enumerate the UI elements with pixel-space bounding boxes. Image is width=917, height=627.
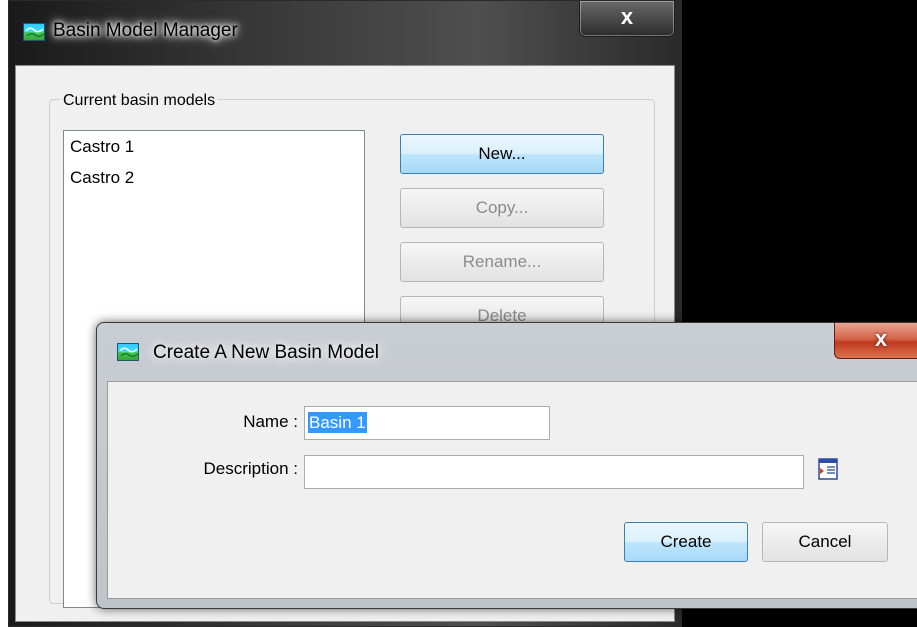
basin-app-icon [23, 23, 45, 41]
window-title: Basin Model Manager [53, 20, 238, 41]
group-label: Current basin models [60, 92, 219, 110]
basin-app-icon [117, 343, 139, 361]
description-label: Description : [203, 459, 298, 478]
rename-button[interactable]: Rename... [400, 242, 604, 282]
dialog-title-bar[interactable]: Create A New Basin Model x [97, 323, 917, 381]
create-button[interactable]: Create [624, 522, 748, 562]
list-item[interactable]: Castro 2 [70, 168, 134, 188]
close-button[interactable]: x [579, 1, 675, 37]
cancel-button[interactable]: Cancel [762, 522, 888, 562]
name-field[interactable]: Basin 1 [304, 406, 550, 440]
name-label: Name : [243, 412, 298, 431]
description-field[interactable] [304, 455, 804, 489]
edit-description-icon[interactable] [818, 458, 838, 480]
dialog-title: Create A New Basin Model [153, 342, 380, 363]
dialog-close-button[interactable]: x [834, 323, 917, 359]
copy-button[interactable]: Copy... [400, 188, 604, 228]
title-bar[interactable]: Basin Model Manager x [9, 1, 681, 65]
name-field-value: Basin 1 [308, 412, 367, 433]
list-item[interactable]: Castro 1 [70, 137, 134, 157]
new-button[interactable]: New... [400, 134, 604, 174]
